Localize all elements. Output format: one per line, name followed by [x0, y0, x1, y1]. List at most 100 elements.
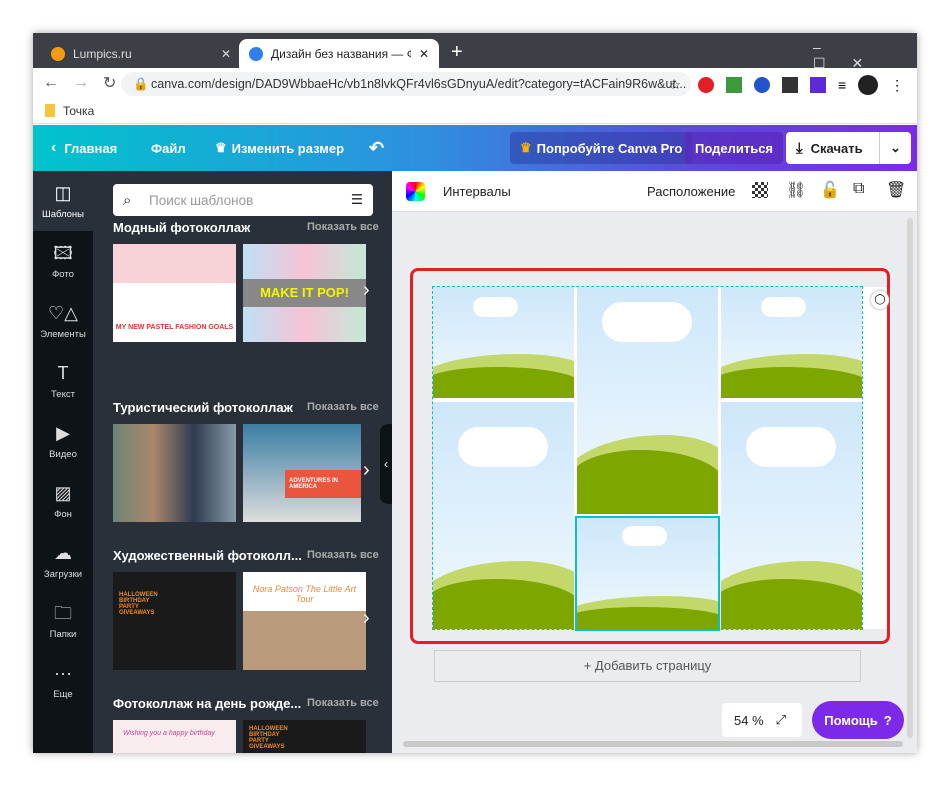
thumb-text: Nora Patson The Little Art Tour: [252, 584, 357, 604]
rail-item-background[interactable]: ▨ Фон: [33, 471, 93, 531]
try-pro-label: Попробуйте Canva Pro: [536, 140, 683, 156]
file-menu[interactable]: Файл: [151, 125, 186, 171]
new-tab-icon[interactable]: +: [451, 41, 463, 64]
tab-bar: Lumpics.ru ✕ Дизайн без названия — Фотоко…: [33, 33, 917, 71]
link-icon[interactable]: ⛓: [786, 180, 806, 200]
help-button[interactable]: Помощь?: [812, 701, 904, 739]
bookmark-tochka[interactable]: Точка: [63, 104, 94, 118]
crown-icon: ♛: [520, 140, 532, 155]
template-thumb[interactable]: ADVENTURES IN AMERICA: [243, 424, 361, 522]
fullscreen-icon[interactable]: ⤢: [776, 712, 786, 728]
home-button[interactable]: ‹ Главная: [51, 125, 117, 171]
extension-icon[interactable]: [698, 77, 714, 93]
rail-item-photo[interactable]: 🖾 Фото: [33, 231, 93, 291]
extensions: ≡ ⋮: [698, 75, 904, 95]
comment-icon[interactable]: ◯: [871, 291, 889, 309]
templates-panel: Поиск шаблонов ⌕ ☰ Модный фотоколлаж Показ…: [93, 171, 392, 753]
extension-icon[interactable]: [810, 77, 826, 93]
media-icon[interactable]: ≡: [838, 77, 846, 93]
search-icon: ⌕: [123, 191, 132, 209]
rail-item-folders[interactable]: 🗀 Папки: [33, 591, 93, 651]
reload-icon[interactable]: ↻: [103, 73, 116, 93]
address-bar[interactable]: canva.com/design/DAD9WbbaeHc/vb1n8lvkQFr…: [121, 72, 691, 96]
undo-icon[interactable]: ↶: [369, 125, 384, 171]
chevron-right-icon[interactable]: ›: [363, 279, 370, 302]
section-title: Художественный фотоколл...: [113, 548, 302, 563]
thumb-text: HALLOWEEN BIRTHDAY PARTY GIVEAWAYS: [119, 592, 158, 616]
menu-icon[interactable]: ⋮: [890, 77, 904, 94]
lock-icon[interactable]: 🔓: [820, 180, 840, 200]
try-pro-button[interactable]: ♛ Попробуйте Canva Pro: [510, 132, 693, 164]
filter-icon[interactable]: ☰: [351, 192, 363, 208]
template-thumb[interactable]: Nora Patson The Little Art Tour: [243, 572, 366, 670]
thumb-text: Wishing you a happy birthday: [123, 730, 215, 737]
template-thumb[interactable]: MAKE IT POP!: [243, 244, 366, 342]
collapse-panel-handle[interactable]: ‹: [380, 424, 392, 504]
rail-label: Текст: [51, 389, 75, 400]
canva-favicon-icon: [249, 46, 263, 61]
avatar[interactable]: [858, 75, 879, 95]
duplicate-icon[interactable]: ⧉: [853, 180, 864, 198]
trash-icon[interactable]: 🗑: [886, 180, 906, 200]
video-icon: ▶: [56, 423, 70, 443]
download-label: Скачать: [810, 140, 863, 156]
close-tab-icon[interactable]: ✕: [221, 47, 231, 61]
show-all-link[interactable]: Показать все: [307, 697, 379, 709]
share-button[interactable]: Поделиться: [685, 132, 784, 164]
rail-item-elements[interactable]: ♡△ Элементы: [33, 291, 93, 351]
lumpics-favicon-icon: [51, 46, 65, 61]
template-thumb[interactable]: HALLOWEEN BIRTHDAY PARTY GIVEAWAYS: [113, 572, 236, 670]
folder-icon: 🗀: [54, 603, 72, 623]
template-thumb[interactable]: [113, 424, 236, 522]
template-thumb[interactable]: MY NEW PASTEL FASHION GOALS: [113, 244, 236, 342]
transparency-icon[interactable]: [752, 182, 768, 198]
extension-icon[interactable]: [782, 77, 798, 93]
chevron-down-icon[interactable]: ⌄: [879, 132, 911, 164]
side-rail: ◫ Шаблоны 🖾 Фото ♡△ Элементы T Текст ▶ Видео …: [33, 171, 93, 753]
help-label: Помощь: [824, 712, 878, 728]
crown-icon: ♛: [215, 140, 227, 155]
zoom-control[interactable]: 54 % ⤢: [722, 703, 802, 737]
show-all-link[interactable]: Показать все: [307, 401, 379, 413]
rail-item-uploads[interactable]: ☁ Загрузки: [33, 531, 93, 591]
rail-label: Загрузки: [43, 569, 83, 580]
position-button[interactable]: Расположение: [647, 184, 735, 199]
spacing-button[interactable]: Интервалы: [443, 184, 511, 199]
lock-icon: 🔒: [133, 76, 149, 91]
close-tab-icon[interactable]: ✕: [419, 47, 429, 61]
rail-item-templates[interactable]: ◫ Шаблоны: [33, 171, 93, 231]
rail-item-text[interactable]: T Текст: [33, 351, 93, 411]
rail-label: Фон: [54, 509, 72, 520]
tab-lumpics[interactable]: Lumpics.ru ✕: [41, 39, 241, 68]
show-all-link[interactable]: Показать все: [307, 549, 379, 561]
back-icon[interactable]: ←: [43, 74, 59, 92]
add-page-button[interactable]: + Добавить страницу: [434, 650, 861, 682]
show-all-link[interactable]: Показать все: [307, 221, 379, 233]
background-icon: ▨: [54, 483, 72, 503]
forward-icon[interactable]: →: [73, 74, 89, 92]
template-thumb[interactable]: Wishing you a happy birthday: [113, 720, 236, 753]
bookmark-star-icon[interactable]: ☆: [670, 77, 681, 92]
rail-item-video[interactable]: ▶ Видео: [33, 411, 93, 471]
resize-button[interactable]: ♛ Изменить размер: [215, 125, 344, 171]
search-placeholder: Поиск шаблонов: [149, 192, 254, 208]
vertical-scrollbar[interactable]: [907, 218, 913, 738]
extension-icon[interactable]: [726, 77, 742, 93]
tab-title: Lumpics.ru: [73, 46, 132, 61]
templates-icon: ◫: [54, 183, 72, 203]
chevron-left-icon: ‹: [51, 139, 57, 156]
photo-icon: 🖾: [53, 243, 73, 263]
help-icon: ?: [883, 712, 892, 728]
rail-item-more[interactable]: ··· Еще: [33, 651, 93, 711]
download-button[interactable]: ⤓ Скачать ⌄: [786, 132, 911, 164]
search-input[interactable]: Поиск шаблонов ⌕ ☰: [113, 184, 373, 216]
template-thumb[interactable]: HALLOWEEN BIRTHDAY PARTY GIVEAWAYS: [243, 720, 366, 753]
color-picker-icon[interactable]: [406, 182, 425, 201]
section-title: Модный фотоколлаж: [113, 220, 251, 235]
horizontal-scrollbar[interactable]: [403, 741, 903, 747]
chevron-right-icon[interactable]: ›: [363, 459, 370, 482]
tab-canva[interactable]: Дизайн без названия — Фотоколлаж ✕: [239, 39, 439, 68]
chevron-right-icon[interactable]: ›: [363, 607, 370, 630]
extension-icon[interactable]: [754, 77, 770, 93]
thumb-text: ADVENTURES IN AMERICA: [285, 470, 361, 498]
